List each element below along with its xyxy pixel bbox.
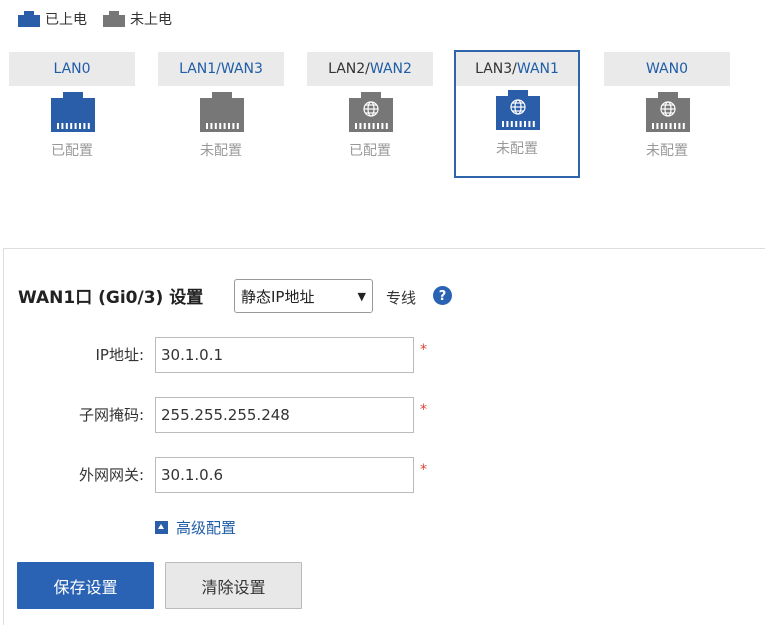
form-title: WAN1口 (Gi0/3) 设置: [18, 288, 204, 308]
port-pin: [372, 123, 375, 129]
port-name: LAN2/WAN2: [307, 52, 433, 86]
port-pin: [652, 123, 654, 129]
clear-button[interactable]: 清除设置: [165, 562, 302, 609]
port-pin: [87, 123, 90, 129]
port-status: 未配置: [200, 143, 242, 159]
save-button[interactable]: 保存设置: [17, 562, 154, 609]
port-pin: [363, 123, 366, 129]
port-pin: [665, 123, 668, 129]
port-name: WAN0: [604, 52, 730, 86]
port-pin: [206, 123, 208, 129]
port-pin: [57, 123, 59, 129]
port-pin: [228, 123, 230, 129]
required-mark: *: [420, 342, 427, 358]
port-pin: [656, 123, 659, 129]
port-pin: [674, 123, 676, 129]
port-wan0[interactable]: WAN0 未配置: [604, 52, 730, 162]
port-pin: [682, 123, 685, 129]
port-name: LAN3/WAN1: [456, 52, 578, 86]
port-pin: [232, 123, 235, 129]
advanced-config-toggle[interactable]: 高级配置: [155, 517, 236, 538]
power-legend: 已上电 未上电: [18, 9, 188, 29]
port-pin: [377, 123, 379, 129]
port-pin: [359, 123, 362, 129]
ethernet-port-icon: [51, 92, 95, 132]
ethernet-port-globe-icon: [646, 92, 690, 132]
port-status: 未配置: [496, 141, 538, 157]
port-pin: [519, 121, 522, 127]
port-pin: [79, 123, 81, 129]
legend-unpowered: 未上电: [103, 9, 172, 29]
advanced-config-label: 高级配置: [176, 519, 237, 537]
port-lan1-wan3[interactable]: LAN1/WAN3 未配置: [158, 52, 284, 162]
port-lan0[interactable]: LAN0 已配置: [9, 52, 135, 162]
ethernet-port-globe-icon: [496, 90, 540, 130]
port-pin: [532, 121, 535, 127]
port-pin: [385, 123, 388, 129]
connection-mode-select[interactable]: 静态IP地址 ▼: [234, 279, 373, 313]
port-pin: [214, 123, 217, 129]
ethernet-port-icon: [200, 92, 244, 132]
chevron-down-icon: ▼: [357, 289, 366, 303]
port-pin: [502, 121, 504, 127]
port-name: LAN0: [9, 52, 135, 86]
required-mark: *: [420, 402, 427, 418]
ip-address-input[interactable]: [155, 337, 414, 373]
port-pin: [65, 123, 68, 129]
port-pin: [70, 123, 73, 129]
port-pin: [515, 121, 518, 127]
port-pin: [74, 123, 77, 129]
legend-powered: 已上电: [18, 9, 87, 29]
mask-label: 子网掩码:: [78, 406, 144, 424]
port-pin: [660, 123, 663, 129]
port-lan3-wan1[interactable]: LAN3/WAN1 未配置: [454, 50, 580, 178]
line-type-label: 专线: [386, 289, 417, 307]
port-pin: [524, 121, 526, 127]
legend-unpowered-label: 未上电: [130, 12, 172, 28]
gateway-label: 外网网关:: [78, 466, 144, 484]
legend-powered-label: 已上电: [45, 12, 87, 28]
port-pin: [669, 123, 672, 129]
port-name: LAN1/WAN3: [158, 52, 284, 86]
port-lan2-wan2[interactable]: LAN2/WAN2 已配置: [307, 52, 433, 162]
port-pin: [83, 123, 86, 129]
port-pin: [381, 123, 384, 129]
port-pin: [61, 123, 64, 129]
gateway-input[interactable]: [155, 457, 414, 493]
port-pin: [219, 123, 222, 129]
port-pin: [210, 123, 213, 129]
svg-text:?: ?: [439, 289, 447, 304]
port-pin: [528, 121, 531, 127]
subnet-mask-input[interactable]: [155, 397, 414, 433]
ip-label: IP地址:: [95, 346, 144, 364]
question-circle-icon[interactable]: ?: [433, 286, 452, 305]
port-pin: [506, 121, 509, 127]
port-status: 未配置: [646, 143, 688, 159]
port-pin: [223, 123, 226, 129]
port-pin: [368, 123, 371, 129]
port-pin: [355, 123, 357, 129]
port-status: 已配置: [51, 143, 93, 159]
ethernet-port-globe-icon: [349, 92, 393, 132]
port-unpowered-icon: [103, 11, 125, 27]
port-pin: [678, 123, 681, 129]
required-mark: *: [420, 462, 427, 478]
triangle-up-icon: [155, 521, 168, 534]
port-pin: [510, 121, 513, 127]
connection-mode-value: 静态IP地址: [241, 287, 315, 306]
port-status: 已配置: [349, 143, 391, 159]
port-pin: [236, 123, 239, 129]
port-powered-icon: [18, 11, 40, 27]
